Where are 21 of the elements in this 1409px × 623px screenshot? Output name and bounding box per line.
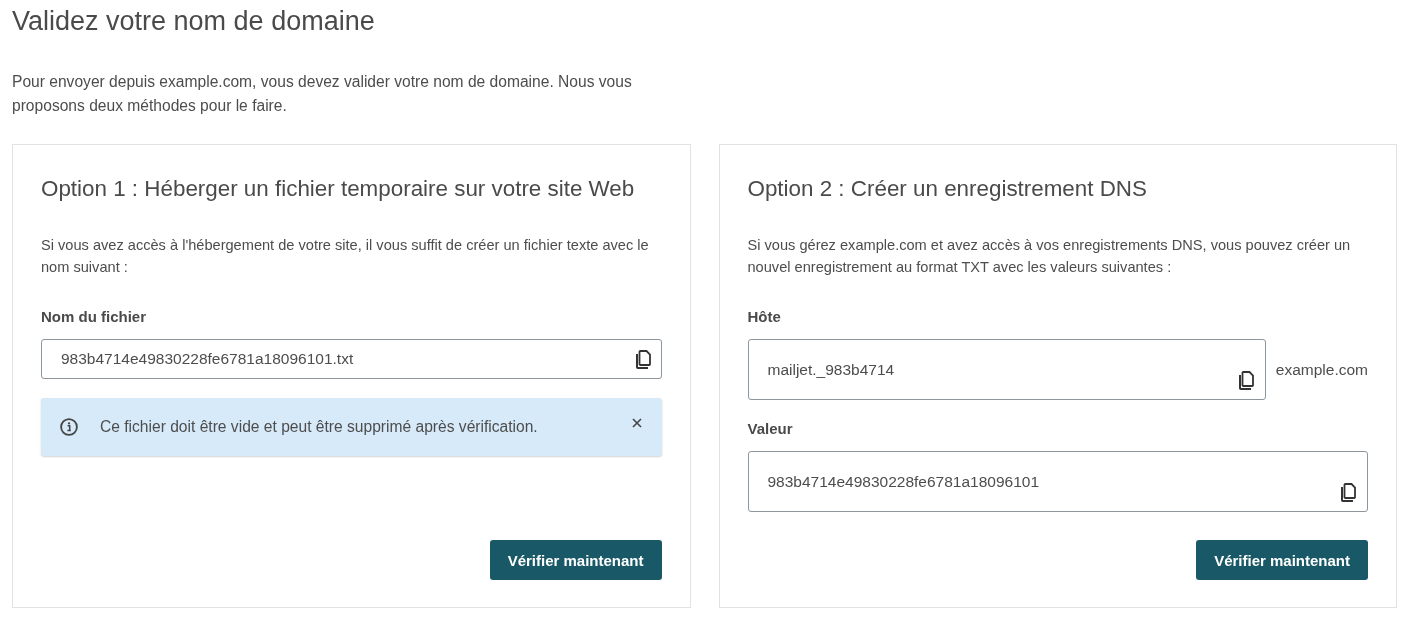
text-field[interactable]: 983b4714e49830228fe6781a18096101 <box>747 451 1368 512</box>
copy-icon[interactable] <box>1238 371 1255 390</box>
copy-icon[interactable] <box>1341 483 1357 502</box>
option-title: Option 2 : Créer un enregistrement DNS <box>747 175 1147 203</box>
field-label: Hôte <box>747 307 781 327</box>
field-label: Nom du fichier <box>41 307 146 327</box>
copy-icon[interactable] <box>635 349 652 369</box>
info-icon <box>60 418 78 436</box>
intro-text: Pour envoyer depuis example.com, vous devez valider votre nom de domaine. Nous vous proposons deux méthodes pour le faire. <box>12 72 633 116</box>
close-icon[interactable] <box>631 418 642 428</box>
option-description: Si vous gérez example.com et avez accès à vos enregistrements DNS, vous pouvez créer un nouvel enregistrement au format TXT avec les valeurs suivantes : <box>747 236 1352 277</box>
page-title: Validez votre nom de domaine <box>12 5 375 38</box>
text-field[interactable]: 983b4714e49830228fe6781a18096101.txt <box>41 339 662 379</box>
verify-button[interactable]: Vérifier maintenant <box>489 540 662 580</box>
domain-suffix: example.com <box>1275 360 1368 379</box>
option-title: Option 1 : Héberger un fichier temporaire sur votre site Web <box>41 175 635 203</box>
text-field[interactable]: mailjet._983b4714 <box>747 339 1266 400</box>
verify-button[interactable]: Vérifier maintenant <box>1196 540 1368 580</box>
option-description: Si vous avez accès à l'hébergement de votre site, il vous suffit de créer un fichier texte avec le nom suivant : <box>41 236 650 277</box>
alert-message: Ce fichier doit être vide et peut être supprimé après vérification. <box>100 418 539 436</box>
field-label: Valeur <box>747 419 793 439</box>
